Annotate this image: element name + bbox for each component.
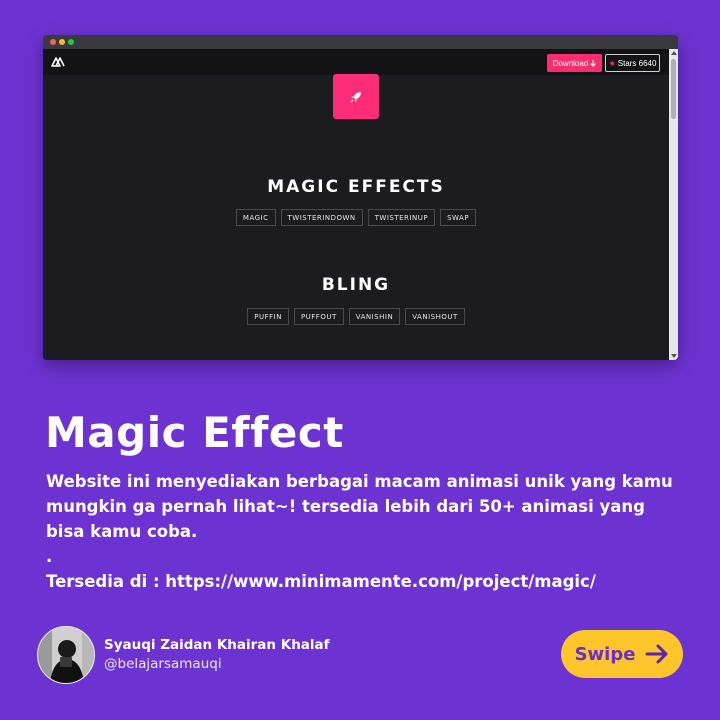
arrow-down-icon — [590, 59, 597, 67]
page-viewport: Download ★ Stars 6640 MAGIC EFFECTS MAGI… — [43, 49, 669, 360]
scroll-thumb[interactable] — [671, 59, 676, 119]
minimize-window-button[interactable] — [59, 39, 65, 45]
close-window-button[interactable] — [50, 39, 56, 45]
description-text: Website ini menyediakan berbagai macam a… — [46, 472, 673, 541]
arrow-right-icon — [645, 644, 668, 664]
effect-button-puffin[interactable]: PUFFIN — [247, 308, 289, 325]
scroll-up-icon[interactable] — [671, 51, 677, 55]
author-handle[interactable]: @belajarsamauqi — [104, 656, 222, 672]
site-navbar: Download ★ Stars 6640 — [43, 49, 669, 75]
section-title-bling: BLING — [321, 275, 391, 295]
description-separator: . — [46, 547, 53, 566]
triangle-logo-icon[interactable] — [51, 55, 65, 67]
available-at-text: Tersedia di : https://www.minimamente.co… — [46, 572, 596, 591]
rocket-icon — [350, 91, 361, 102]
author-name: Syauqi Zaidan Khairan Khalaf — [104, 637, 330, 653]
swipe-label: Swipe — [574, 643, 636, 665]
post-title: Magic Effect — [45, 408, 344, 457]
avatar — [37, 626, 95, 684]
effect-button-vanishout[interactable]: VANISHOUT — [405, 308, 465, 325]
rocket-demo-box[interactable] — [333, 74, 379, 119]
avatar-photo — [38, 627, 94, 683]
effect-button-twisterindown[interactable]: TWISTERINDOWN — [280, 209, 363, 226]
effect-button-swap[interactable]: SWAP — [440, 209, 477, 226]
effect-button-vanishin[interactable]: VANISHIN — [348, 308, 401, 325]
scroll-down-icon[interactable] — [671, 354, 677, 358]
download-label: Download — [552, 58, 589, 68]
effect-button-puffout[interactable]: PUFFOUT — [293, 308, 344, 325]
bling-tags: PUFFIN PUFFOUT VANISHIN VANISHOUT — [43, 308, 669, 325]
maximize-window-button[interactable] — [68, 39, 74, 45]
stars-label: Stars 6640 — [617, 58, 657, 68]
magic-effects-tags: MAGIC TWISTERINDOWN TWISTERINUP SWAP — [43, 209, 669, 226]
browser-titlebar — [43, 35, 678, 49]
vertical-scrollbar[interactable] — [669, 49, 678, 360]
effect-button-magic[interactable]: MAGIC — [235, 209, 276, 226]
post-description: Website ini menyediakan berbagai macam a… — [46, 469, 686, 594]
section-title-magic-effects: MAGIC EFFECTS — [267, 177, 445, 197]
github-stars-button[interactable]: ★ Stars 6640 — [605, 54, 660, 72]
star-icon: ★ — [608, 58, 616, 68]
swipe-button[interactable]: Swipe — [561, 630, 683, 678]
download-button[interactable]: Download — [547, 54, 602, 72]
effect-button-twisterinup[interactable]: TWISTERINUP — [367, 209, 436, 226]
browser-window: Download ★ Stars 6640 MAGIC EFFECTS MAGI… — [43, 35, 678, 360]
